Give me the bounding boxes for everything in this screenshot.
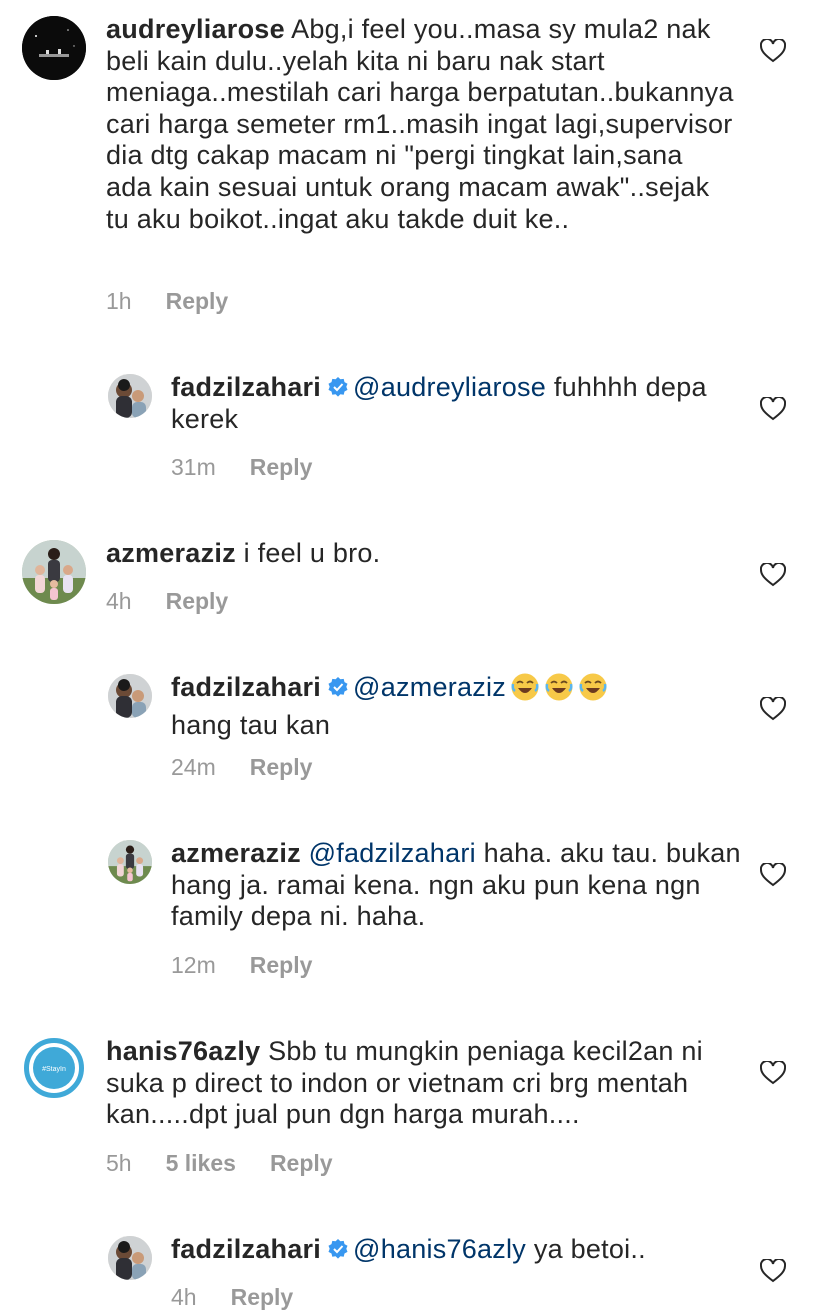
username[interactable]: hanis76azly xyxy=(106,1036,260,1066)
comment-meta: 24m Reply xyxy=(171,753,312,781)
comment-text: hang tau kan xyxy=(171,709,331,740)
stayin-badge-text: #StayIn xyxy=(42,1066,66,1073)
family-avatar-image xyxy=(108,674,152,718)
comment-meta: 31m Reply xyxy=(171,453,312,481)
timestamp: 24m xyxy=(171,754,216,780)
username[interactable]: azmeraziz xyxy=(171,838,301,868)
mention-link[interactable]: @azmeraziz xyxy=(353,672,506,702)
avatar-fadzilzahari[interactable] xyxy=(108,374,152,418)
heart-icon[interactable] xyxy=(760,39,786,63)
reply-button[interactable]: Reply xyxy=(250,454,313,480)
comment-body: azmeraziz @fadzilzahari haha. aku tau. b… xyxy=(171,838,741,933)
family-outdoor-avatar-image xyxy=(22,540,86,604)
username[interactable]: fadzilzahari xyxy=(171,672,321,702)
laughing-emoji-icon xyxy=(578,672,608,710)
avatar-azmeraziz[interactable] xyxy=(22,540,86,604)
heart-icon[interactable] xyxy=(760,397,786,421)
timestamp: 4h xyxy=(106,588,132,614)
verified-badge-icon xyxy=(328,377,348,397)
comment-text: i feel u bro. xyxy=(243,538,381,568)
mention-link[interactable]: @fadzilzahari xyxy=(309,838,476,868)
stayin-avatar-image: #StayIn xyxy=(23,1037,85,1099)
comment-meta: 4h Reply xyxy=(106,587,228,615)
verified-badge-icon xyxy=(328,1239,348,1259)
timestamp: 1h xyxy=(106,288,132,314)
username[interactable]: audreyliarose xyxy=(106,14,285,44)
comment-text: Abg,i feel you..masa sy mula2 nak beli k… xyxy=(106,14,734,234)
reply-button[interactable]: Reply xyxy=(231,1284,294,1310)
comment-body: hanis76azly Sbb tu mungkin peniaga kecil… xyxy=(106,1036,736,1131)
timestamp: 4h xyxy=(171,1284,197,1310)
heart-icon[interactable] xyxy=(760,863,786,887)
reply-button[interactable]: Reply xyxy=(166,588,229,614)
reply-button[interactable]: Reply xyxy=(250,754,313,780)
timestamp: 31m xyxy=(171,454,216,480)
avatar-audreyliarose[interactable] xyxy=(22,16,86,80)
comment-meta: 12m Reply xyxy=(171,951,312,979)
timestamp: 5h xyxy=(106,1150,132,1176)
heart-icon[interactable] xyxy=(760,1061,786,1085)
avatar-fadzilzahari[interactable] xyxy=(108,674,152,718)
comment-body: fadzilzahari @azmeraziz hang tau kan xyxy=(171,672,741,741)
family-avatar-image xyxy=(108,374,152,418)
likes-count[interactable]: 5 likes xyxy=(166,1150,236,1176)
timestamp: 12m xyxy=(171,952,216,978)
comment-body: fadzilzahari @hanis76azly ya betoi.. xyxy=(171,1234,741,1266)
heart-icon[interactable] xyxy=(760,563,786,587)
mention-link[interactable]: @audreyliarose xyxy=(353,372,546,402)
laughing-emoji-icon xyxy=(510,672,540,710)
avatar-azmeraziz[interactable] xyxy=(108,840,152,884)
comment-body: fadzilzahari @audreyliarose fuhhhh depa k… xyxy=(171,372,741,435)
username[interactable]: fadzilzahari xyxy=(171,1234,321,1264)
heart-icon[interactable] xyxy=(760,1259,786,1283)
comment-text: ya betoi.. xyxy=(533,1234,646,1264)
family-outdoor-avatar-image xyxy=(108,840,152,884)
comment-body: azmeraziz i feel u bro. xyxy=(106,538,736,570)
reply-button[interactable]: Reply xyxy=(270,1150,333,1176)
heart-icon[interactable] xyxy=(760,697,786,721)
comment-meta: 5h 5 likes Reply xyxy=(106,1149,333,1177)
username[interactable]: azmeraziz xyxy=(106,538,236,568)
verified-badge-icon xyxy=(328,677,348,697)
mention-link[interactable]: @hanis76azly xyxy=(353,1234,526,1264)
comment-body: audreyliarose Abg,i feel you..masa sy mu… xyxy=(106,14,736,235)
reply-button[interactable]: Reply xyxy=(166,288,229,314)
night-sky-avatar-image xyxy=(22,16,86,80)
comment-meta: 4h Reply xyxy=(171,1283,293,1311)
avatar-hanis76azly[interactable]: #StayIn xyxy=(22,1036,86,1100)
reply-button[interactable]: Reply xyxy=(250,952,313,978)
laughing-emoji-icon xyxy=(544,672,574,710)
comment-meta: 1h Reply xyxy=(106,287,228,315)
username[interactable]: fadzilzahari xyxy=(171,372,321,402)
avatar-fadzilzahari[interactable] xyxy=(108,1236,152,1280)
family-avatar-image xyxy=(108,1236,152,1280)
